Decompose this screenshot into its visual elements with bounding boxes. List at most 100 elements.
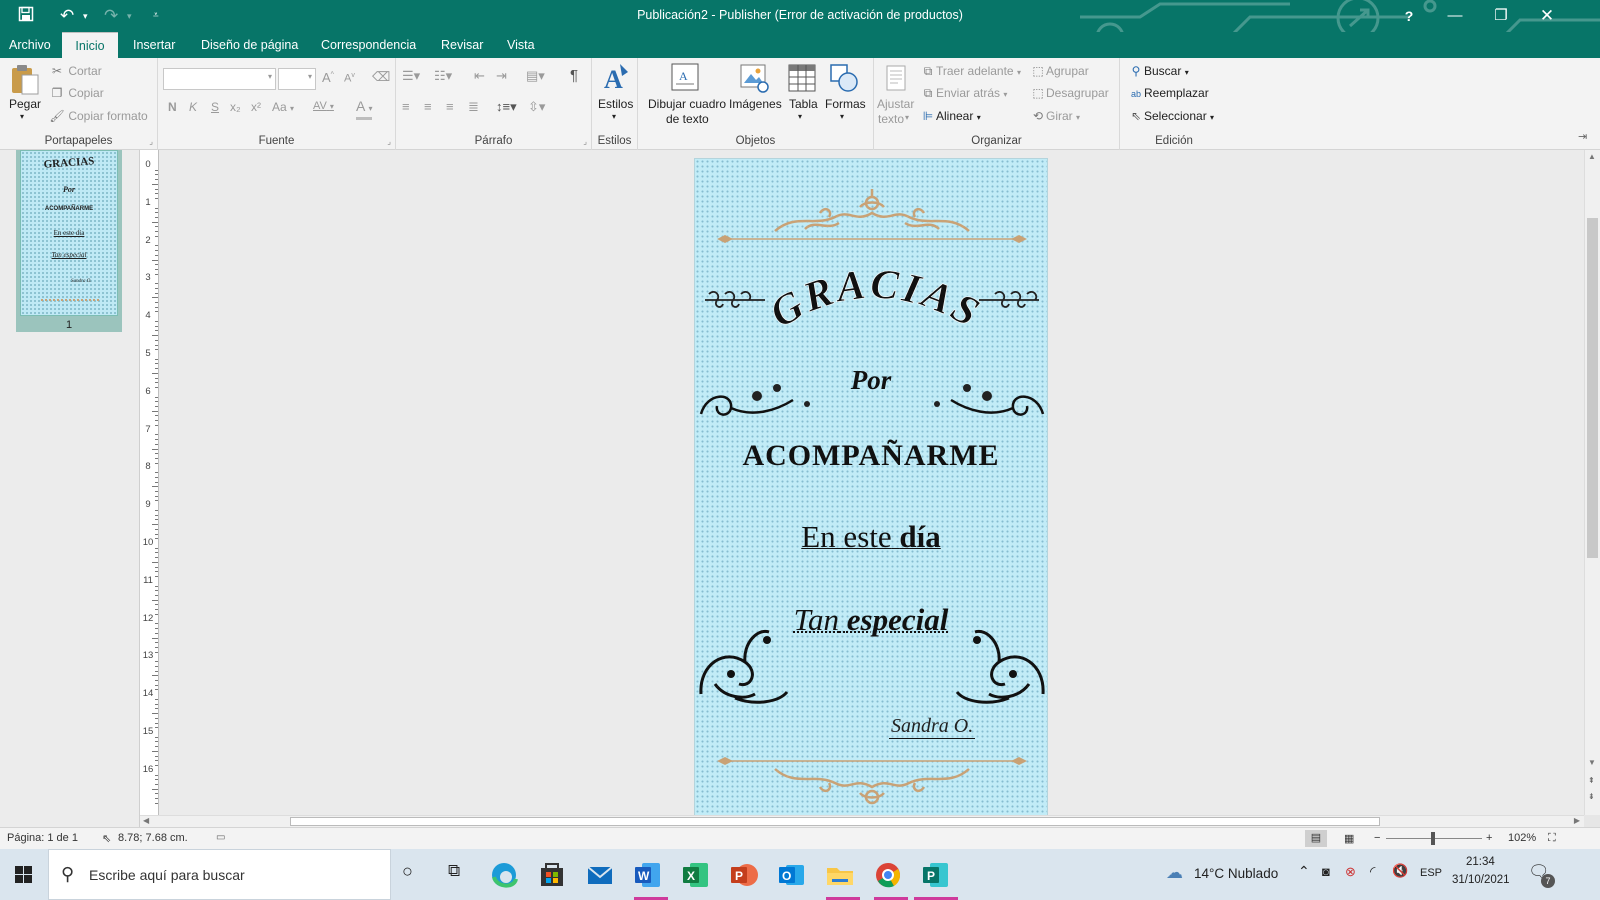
font-color-button[interactable]: A ▾ bbox=[356, 98, 373, 120]
character-spacing-button[interactable]: AV ▾ bbox=[313, 100, 334, 112]
tab-revisar[interactable]: Revisar bbox=[432, 32, 492, 58]
clipboard-launcher-icon[interactable]: ⌟ bbox=[149, 137, 153, 146]
paragraph-launcher-icon[interactable]: ⌟ bbox=[583, 137, 587, 146]
italic-button[interactable]: K bbox=[189, 100, 197, 114]
help-button[interactable]: ? bbox=[1386, 0, 1432, 32]
scroll-up-icon[interactable]: ▲ bbox=[1588, 152, 1596, 161]
previous-page-icon[interactable]: ⇞ bbox=[1588, 776, 1595, 785]
chrome-icon[interactable] bbox=[870, 857, 906, 893]
close-button[interactable]: ✕ bbox=[1524, 0, 1570, 32]
customize-toolbar-icon[interactable]: ⩡ bbox=[153, 6, 159, 26]
ungroup-button[interactable]: ⬚ Desagrupar bbox=[1030, 86, 1108, 100]
bold-button[interactable]: N bbox=[168, 100, 177, 114]
paste-label[interactable]: Pegar bbox=[9, 97, 41, 111]
find-button[interactable]: ⚲ Buscar ▾ bbox=[1128, 64, 1189, 78]
wifi-icon[interactable]: ◜ bbox=[1370, 863, 1375, 880]
scroll-left-icon[interactable]: ◀ bbox=[143, 816, 149, 825]
volume-muted-icon[interactable]: 🔇 bbox=[1392, 863, 1408, 879]
restore-button[interactable]: ❐ bbox=[1478, 0, 1524, 32]
tab-correspondencia[interactable]: Correspondencia bbox=[312, 32, 425, 58]
bring-forward-button[interactable]: ⧉ Traer adelante ▾ bbox=[920, 64, 1021, 79]
redo-dropdown-icon[interactable]: ▾ bbox=[127, 6, 132, 26]
network-error-icon[interactable]: ⊗ bbox=[1345, 864, 1356, 880]
paste-dropdown-icon[interactable]: ▾ bbox=[20, 112, 24, 121]
align-left-icon[interactable]: ≡ bbox=[402, 99, 410, 114]
powerpoint-icon[interactable]: P bbox=[726, 857, 762, 893]
mail-icon[interactable] bbox=[582, 857, 618, 893]
numbering-icon[interactable]: ☷▾ bbox=[434, 68, 452, 84]
publication-page[interactable]: GRACIAS Por ACOMPAÑARME En este día Tan … bbox=[694, 158, 1048, 815]
pin-ribbon-icon[interactable]: ⇥ bbox=[1578, 130, 1587, 143]
taskbar-search[interactable]: ⚲ Escribe aquí para buscar bbox=[48, 849, 391, 900]
vertical-scrollbar[interactable]: ▲ ▼ ⇞ ⇟ bbox=[1584, 150, 1600, 815]
bullets-icon[interactable]: ☰▾ bbox=[402, 68, 420, 84]
scroll-thumb[interactable] bbox=[290, 817, 1380, 826]
scroll-thumb[interactable] bbox=[1587, 218, 1598, 558]
font-size-combo[interactable]: ▾ bbox=[278, 68, 316, 90]
clock-time[interactable]: 21:34 bbox=[1466, 856, 1495, 868]
tab-vista[interactable]: Vista bbox=[498, 32, 544, 58]
replace-button[interactable]: ab Reemplazar bbox=[1128, 86, 1209, 100]
font-name-combo[interactable]: ▾ bbox=[163, 68, 276, 90]
grow-font-button[interactable]: A^ bbox=[322, 70, 334, 85]
fit-page-icon[interactable]: ⛶ bbox=[1548, 832, 1556, 845]
clear-format-icon[interactable]: ⌫ bbox=[372, 69, 390, 85]
send-backward-button[interactable]: ⧉ Enviar atrás ▾ bbox=[920, 86, 1008, 101]
scroll-down-icon[interactable]: ▼ bbox=[1588, 758, 1596, 767]
clock-date[interactable]: 31/10/2021 bbox=[1452, 874, 1510, 886]
cut-button[interactable]: ✂ Cortar bbox=[49, 64, 102, 78]
undo-dropdown-icon[interactable]: ▾ bbox=[83, 6, 88, 26]
undo-icon[interactable]: ↶ bbox=[60, 6, 74, 26]
superscript-button[interactable]: x² bbox=[251, 100, 261, 114]
zoom-slider-thumb[interactable] bbox=[1431, 832, 1435, 845]
paragraph-spacing-icon[interactable]: ⇳▾ bbox=[528, 99, 545, 115]
store-icon[interactable] bbox=[534, 857, 570, 893]
zoom-level[interactable]: 102% bbox=[1508, 832, 1536, 844]
single-page-view-icon[interactable]: ▤ bbox=[1305, 830, 1327, 847]
line-spacing-icon[interactable]: ↕≡▾ bbox=[496, 99, 517, 115]
cortana-icon[interactable]: ○ bbox=[402, 861, 413, 882]
outlook-icon[interactable]: O bbox=[774, 857, 810, 893]
meet-now-icon[interactable]: ◙ bbox=[1322, 864, 1330, 879]
weather-text[interactable]: 14°C Nublado bbox=[1194, 866, 1278, 881]
shrink-font-button[interactable]: Av bbox=[344, 72, 355, 85]
weather-icon[interactable]: ☁ bbox=[1166, 863, 1183, 883]
change-case-button[interactable]: Aa ▾ bbox=[272, 100, 294, 114]
page-thumbnail[interactable]: GRACIAS Por ACOMPAÑARME En este día Tan … bbox=[16, 150, 122, 332]
rotate-button[interactable]: ⟲ Girar ▾ bbox=[1030, 109, 1080, 123]
file-explorer-icon[interactable] bbox=[822, 857, 858, 893]
chevron-up-icon[interactable]: ⌃ bbox=[1298, 863, 1310, 880]
columns-icon[interactable]: ▤▾ bbox=[526, 68, 545, 84]
word-icon[interactable]: W bbox=[630, 857, 666, 893]
redo-icon[interactable]: ↷ bbox=[104, 6, 118, 26]
tab-insertar[interactable]: Insertar bbox=[124, 32, 184, 58]
copy-format-button[interactable]: 🖌 Copiar formato bbox=[49, 109, 147, 123]
align-center-icon[interactable]: ≡ bbox=[424, 99, 432, 114]
tab-inicio[interactable]: Inicio bbox=[62, 32, 118, 58]
windows-start-icon[interactable] bbox=[15, 866, 32, 883]
publisher-icon[interactable]: P bbox=[918, 857, 954, 893]
two-page-view-icon[interactable]: ▦ bbox=[1344, 832, 1354, 845]
justify-icon[interactable]: ≣ bbox=[468, 99, 479, 115]
horizontal-scrollbar[interactable]: ◀ ▶ bbox=[140, 815, 1584, 827]
edge-icon[interactable] bbox=[486, 857, 522, 893]
excel-icon[interactable]: X bbox=[678, 857, 714, 893]
copy-button[interactable]: ❐ Copiar bbox=[49, 86, 104, 100]
select-button[interactable]: ⇖ Seleccionar ▾ bbox=[1128, 109, 1214, 123]
underline-button[interactable]: S bbox=[211, 100, 219, 114]
page-indicator[interactable]: Página: 1 de 1 bbox=[7, 832, 78, 844]
align-right-icon[interactable]: ≡ bbox=[446, 99, 454, 114]
language-indicator[interactable]: ESP bbox=[1420, 867, 1442, 879]
task-view-icon[interactable]: ⧉ bbox=[448, 861, 460, 881]
align-button[interactable]: ⊫ Alinear ▾ bbox=[920, 109, 981, 123]
paste-button[interactable] bbox=[10, 64, 40, 99]
save-icon[interactable] bbox=[18, 6, 34, 26]
zoom-out-icon[interactable]: − bbox=[1374, 832, 1380, 844]
decrease-indent-icon[interactable]: ⇤ bbox=[474, 68, 485, 84]
subscript-button[interactable]: x₂ bbox=[230, 100, 241, 114]
increase-indent-icon[interactable]: ⇥ bbox=[496, 68, 507, 84]
next-page-icon[interactable]: ⇟ bbox=[1588, 792, 1595, 801]
minimize-button[interactable]: — bbox=[1432, 0, 1478, 32]
tab-archivo[interactable]: Archivo bbox=[0, 32, 60, 58]
zoom-in-icon[interactable]: + bbox=[1486, 832, 1492, 844]
